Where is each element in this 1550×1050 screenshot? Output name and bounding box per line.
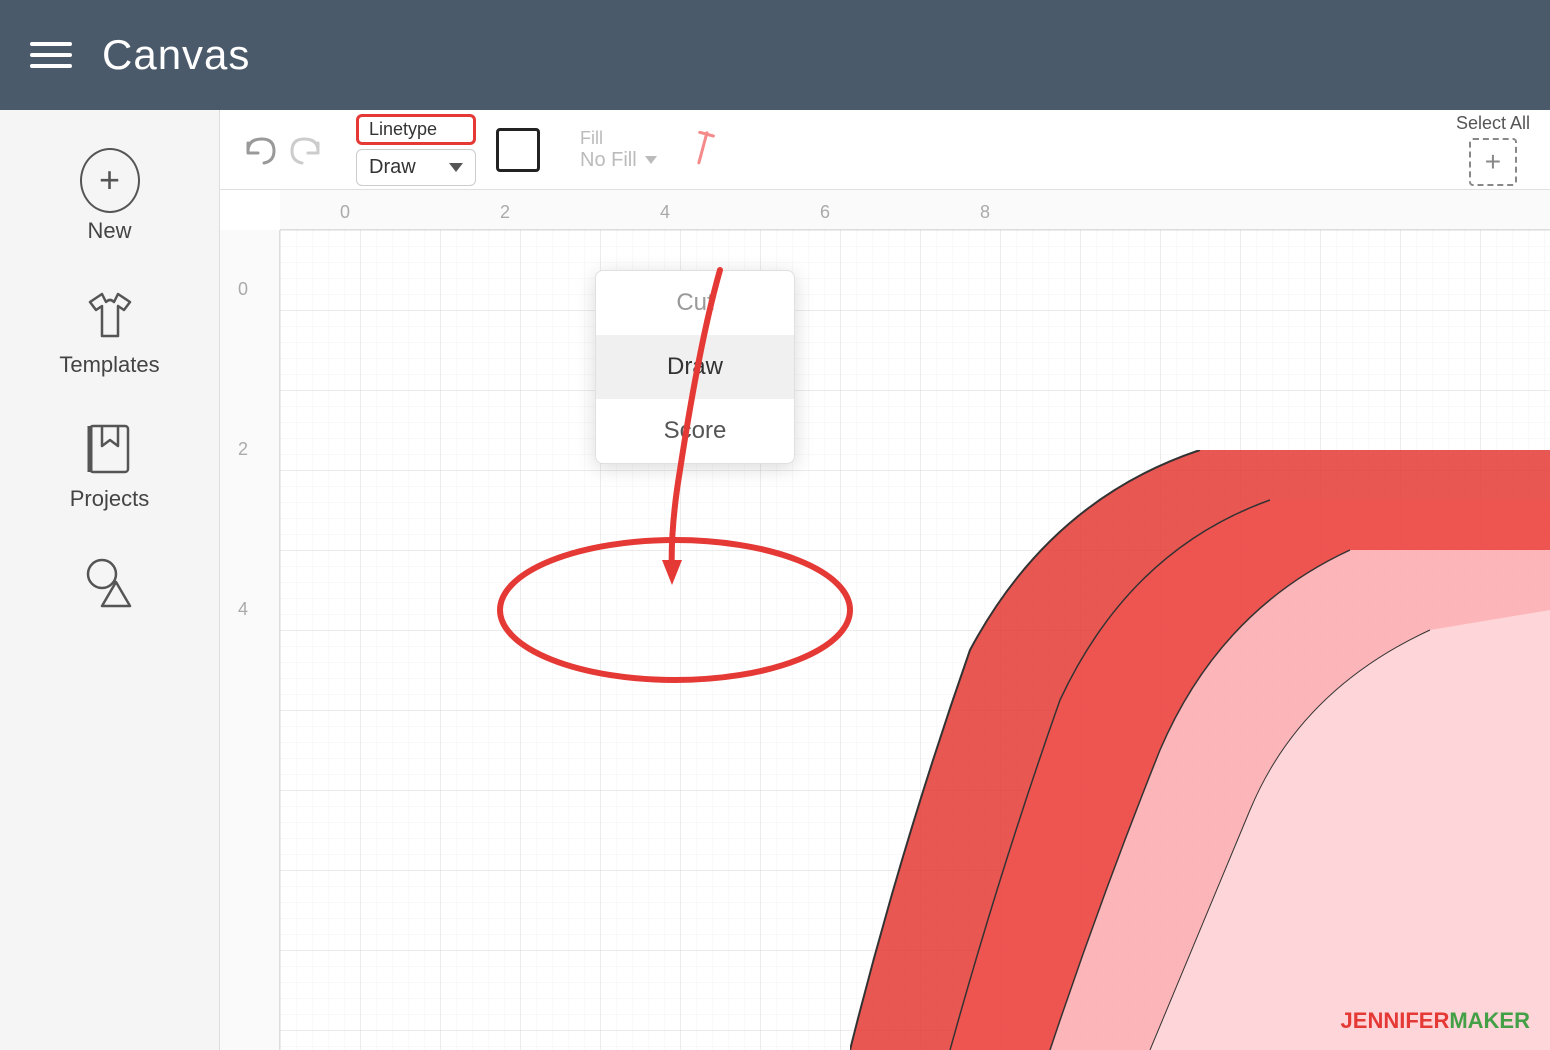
header-title: Canvas	[102, 31, 250, 79]
grid-canvas: 0 2 4 6 8 0 2 4	[220, 190, 1550, 1050]
projects-icon	[80, 418, 140, 478]
watermark-maker: MAKER	[1449, 1008, 1530, 1033]
fill-label: Fill	[580, 128, 603, 149]
ruler-top: 0 2 4 6 8	[280, 190, 1550, 230]
sidebar-templates-label: Templates	[59, 352, 159, 378]
new-icon: +	[80, 150, 140, 210]
watermark: JENNIFERMAKER	[1341, 1008, 1530, 1034]
dropdown-item-cut[interactable]: Cut	[596, 271, 794, 335]
svg-text:2: 2	[238, 439, 248, 459]
watermark-jennifer: JENNIFER	[1341, 1008, 1450, 1033]
svg-text:6: 6	[820, 202, 830, 222]
linetype-group: Linetype Draw	[356, 114, 476, 186]
sidebar-item-templates[interactable]: Templates	[0, 264, 219, 398]
toolbar: Linetype Draw Fill No Fill	[220, 110, 1550, 190]
plus-icon: +	[1485, 146, 1501, 178]
grid-background	[280, 230, 1550, 1050]
svg-text:8: 8	[980, 202, 990, 222]
fill-dropdown-arrow-icon	[645, 156, 657, 164]
fill-section: Fill No Fill	[580, 128, 657, 172]
sidebar: + New Templates	[0, 110, 220, 1050]
svg-text:4: 4	[238, 599, 248, 619]
header: Canvas	[0, 0, 1550, 110]
sidebar-new-label: New	[87, 218, 131, 244]
fill-value: No Fill	[580, 149, 637, 172]
fill-color-square	[496, 128, 540, 172]
linetype-dropdown-popup: Cut Draw Score	[595, 270, 795, 464]
linetype-label: Linetype	[356, 114, 476, 145]
canvas-area: Linetype Draw Fill No Fill	[220, 110, 1550, 1050]
svg-text:0: 0	[340, 202, 350, 222]
undo-button[interactable]	[240, 131, 278, 169]
undo-redo-group	[240, 131, 326, 169]
sidebar-item-shapes[interactable]	[0, 532, 219, 632]
linetype-value: Draw	[369, 156, 416, 179]
pen-icon	[678, 122, 731, 177]
select-all-label: Select All	[1456, 113, 1530, 134]
select-all-icon[interactable]: +	[1469, 138, 1517, 186]
svg-text:4: 4	[660, 202, 670, 222]
svg-text:2: 2	[500, 202, 510, 222]
dropdown-arrow-icon	[449, 163, 463, 172]
linetype-dropdown[interactable]: Draw	[356, 149, 476, 186]
plus-circle-icon: +	[80, 148, 140, 213]
hamburger-menu-icon[interactable]	[30, 42, 72, 68]
redo-button[interactable]	[288, 131, 326, 169]
sidebar-projects-label: Projects	[70, 486, 149, 512]
dropdown-item-score[interactable]: Score	[596, 399, 794, 463]
shapes-icon	[80, 552, 140, 612]
fill-dropdown[interactable]: No Fill	[580, 149, 657, 172]
ruler-left: 0 2 4	[220, 230, 280, 1050]
sidebar-item-new[interactable]: + New	[0, 130, 219, 264]
dropdown-item-draw[interactable]: Draw	[596, 335, 794, 399]
sidebar-item-projects[interactable]: Projects	[0, 398, 219, 532]
select-all-section: Select All +	[1456, 113, 1530, 186]
templates-icon	[80, 284, 140, 344]
svg-text:0: 0	[238, 279, 248, 299]
main-layout: + New Templates	[0, 110, 1550, 1050]
